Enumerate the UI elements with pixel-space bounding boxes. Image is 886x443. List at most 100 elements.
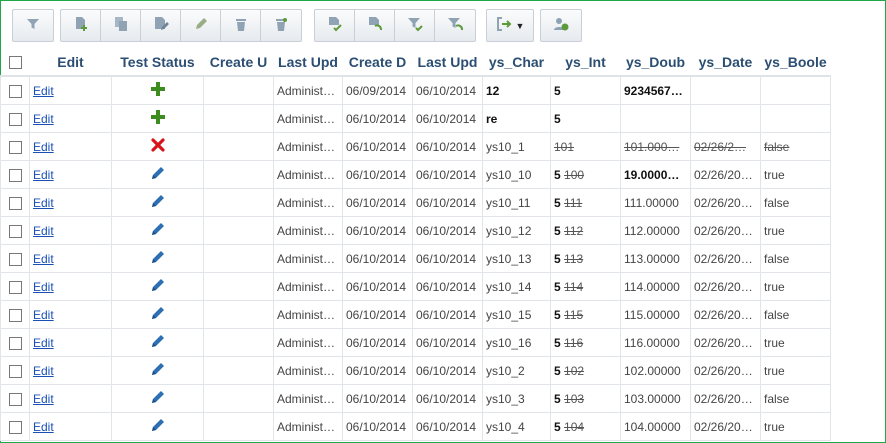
table-row[interactable]: Edit Administ… 06/10/2014 06/10/2014 ys10_15… [0, 300, 831, 329]
last-update-date-cell: 06/10/2014 [412, 244, 483, 273]
edit-link[interactable]: Edit [33, 196, 54, 210]
undo-icon [367, 16, 383, 35]
edit-record-icon [153, 16, 169, 35]
edit-link[interactable]: Edit [33, 252, 54, 266]
edit-link[interactable]: Edit [33, 392, 54, 406]
row-checkbox[interactable] [0, 160, 30, 189]
table-row[interactable]: EditAdminist…06/10/201406/10/2014ys10_11… [0, 132, 831, 161]
row-checkbox[interactable] [0, 328, 30, 357]
history-button[interactable] [541, 10, 581, 41]
export-dropdown-button[interactable]: ▼ [487, 10, 533, 41]
row-checkbox[interactable] [0, 132, 30, 161]
cross-icon [150, 137, 166, 156]
table-row[interactable]: EditAdminist…06/10/201406/10/2014ys10_11… [0, 188, 831, 217]
column-header-ys-char[interactable]: ys_Char [482, 48, 551, 77]
ys-boolean-cell: true [760, 160, 831, 189]
table-row[interactable]: Edit Administ… 06/10/2014 06/10/2014 ys10_2 5… [0, 356, 831, 385]
pencil-icon [150, 193, 166, 212]
edit-cell: Edit [29, 384, 112, 413]
ys-boolean-value: true [764, 223, 785, 238]
ys-int-old-value: 111 [564, 195, 583, 210]
ys-double-cell [620, 104, 691, 133]
plus-icon [150, 109, 166, 128]
edit-link[interactable]: Edit [33, 224, 54, 238]
filter-approve-button[interactable] [395, 10, 435, 41]
column-header-ys-int[interactable]: ys_Int [550, 48, 621, 77]
ys-char-cell: ys10_2 [482, 356, 551, 385]
table-row[interactable]: Edit Administ… 06/10/2014 06/10/2014 re 5 [0, 104, 831, 133]
create-user-cell [203, 356, 274, 385]
last-update-user-cell: Administ… [273, 216, 343, 245]
ys-char-cell: ys10_15 [482, 300, 551, 329]
ys-int-old-value: 100 [564, 167, 585, 182]
column-header-ys-date[interactable]: ys_Date [690, 48, 761, 77]
bulk-delete-button[interactable] [261, 10, 301, 41]
edit-link[interactable]: Edit [33, 420, 54, 434]
column-header-last-update-user[interactable]: Last Upd [273, 48, 343, 77]
ys-boolean-value: true [764, 279, 785, 294]
table-row[interactable]: Edit Administ… 06/10/2014 06/10/2014 ys10_13… [0, 244, 831, 273]
undo-button[interactable] [355, 10, 395, 41]
ys-double-cell: 101.000… [620, 132, 691, 161]
row-checkbox[interactable] [0, 384, 30, 413]
row-checkbox[interactable] [0, 216, 30, 245]
clear-filter-button[interactable] [435, 10, 475, 41]
row-checkbox[interactable] [0, 356, 30, 385]
pencil-icon [150, 221, 166, 240]
last-update-user-cell: Administ… [273, 75, 343, 105]
edit-link[interactable]: Edit [33, 84, 54, 98]
edit-link[interactable]: Edit [33, 140, 54, 154]
edit-link[interactable]: Edit [33, 364, 54, 378]
row-checkbox[interactable] [0, 244, 30, 273]
last-update-user-cell: Administ… [273, 328, 343, 357]
test-status-cell [111, 356, 204, 385]
test-status-cell [111, 75, 204, 105]
column-header-create-user[interactable]: Create U [203, 48, 274, 77]
add-record-button[interactable] [61, 10, 101, 41]
delete-button[interactable] [221, 10, 261, 41]
edit-cell: Edit [29, 244, 112, 273]
row-checkbox[interactable] [0, 75, 30, 105]
edit-link[interactable]: Edit [33, 308, 54, 322]
bulk-edit-icon [193, 16, 209, 35]
ys-char-cell: ys10_10 [482, 160, 551, 189]
row-checkbox[interactable] [0, 272, 30, 301]
table-row[interactable]: Edit Administ… 06/09/2014 06/10/2014 12 5 9234… [0, 75, 831, 105]
table-row[interactable]: Edit Administ… 06/10/2014 06/10/2014 ys10_14… [0, 272, 831, 301]
row-checkbox[interactable] [0, 412, 30, 441]
edit-link[interactable]: Edit [33, 336, 54, 350]
table-row[interactable]: Edit Administ… 06/10/2014 06/10/2014 ys10_12… [0, 216, 831, 245]
edit-link[interactable]: Edit [33, 280, 54, 294]
approve-button[interactable] [315, 10, 355, 41]
row-checkbox[interactable] [0, 104, 30, 133]
column-header-test-status[interactable]: Test Status [111, 48, 204, 77]
table-row[interactable]: Edit Administ… 06/10/2014 06/10/2014 ys10_10… [0, 160, 831, 189]
edit-cell: Edit [29, 188, 112, 217]
edit-link[interactable]: Edit [33, 168, 54, 182]
filter-button[interactable] [13, 10, 53, 41]
edit-link[interactable]: Edit [33, 112, 54, 126]
row-checkbox[interactable] [0, 300, 30, 329]
column-header-last-update-date[interactable]: Last Upd [412, 48, 483, 77]
column-header-edit[interactable]: Edit [29, 48, 112, 77]
ys-int-cell: 5 [550, 104, 621, 133]
edit-cell: Edit [29, 104, 112, 133]
ys-boolean-value: false [764, 251, 790, 266]
table-row[interactable]: Edit Administ… 06/10/2014 06/10/2014 ys10_4 5… [0, 412, 831, 441]
column-header-ys-double[interactable]: ys_Doub [620, 48, 691, 77]
row-checkbox[interactable] [0, 188, 30, 217]
filter-approve-icon [407, 16, 423, 35]
edit-record-button[interactable] [141, 10, 181, 41]
toolbar-group-filter [12, 9, 54, 42]
ys-date-value: 02/26/20… [694, 363, 753, 378]
ys-date-value: 02/26/20… [694, 251, 753, 266]
bulk-edit-button[interactable] [181, 10, 221, 41]
last-update-user-cell: Administ… [273, 160, 343, 189]
ys-int-value: 5 [554, 251, 561, 266]
copy-record-button[interactable] [101, 10, 141, 41]
table-row[interactable]: Edit Administ… 06/10/2014 06/10/2014 ys10_3 5… [0, 384, 831, 413]
select-all-checkbox[interactable] [0, 48, 30, 77]
column-header-create-date[interactable]: Create D [342, 48, 413, 77]
column-header-ys-boolean[interactable]: ys_Boole [760, 48, 831, 77]
table-row[interactable]: Edit Administ… 06/10/2014 06/10/2014 ys10_16… [0, 328, 831, 357]
